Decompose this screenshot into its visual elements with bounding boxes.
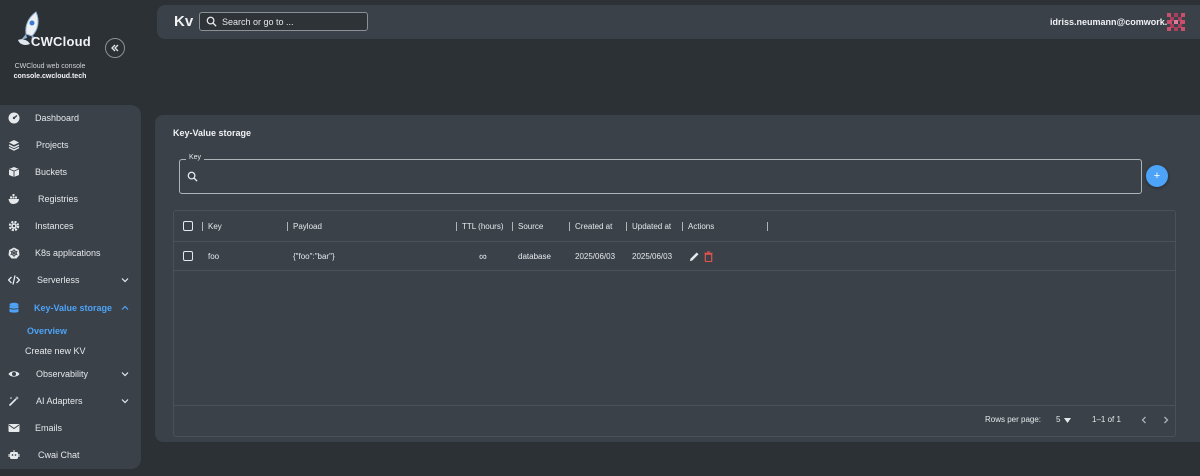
column-separator[interactable] [456, 222, 457, 231]
layers-icon [8, 140, 20, 151]
column-header-actions: Actions [688, 222, 715, 231]
add-kv-button[interactable]: + [1146, 165, 1168, 187]
sidebar-item-emails[interactable]: Emails [0, 416, 141, 440]
eye-icon [8, 371, 20, 377]
pagination-range: 1–1 of 1 [1092, 415, 1121, 424]
column-separator[interactable] [569, 222, 570, 231]
global-search[interactable] [199, 12, 368, 31]
row-checkbox[interactable] [183, 251, 193, 261]
sidebar-item-label: Instances [35, 221, 74, 231]
next-page-icon[interactable] [1161, 415, 1171, 425]
magic-wand-icon [8, 396, 19, 407]
sidebar-item-observability[interactable]: Observability [0, 362, 141, 386]
column-separator[interactable] [682, 222, 683, 231]
docker-icon [8, 194, 19, 204]
key-field-label: Key [186, 154, 205, 161]
sidebar-item-label: Dashboard [35, 113, 80, 123]
sidebar-item-dashboard[interactable]: Dashboard [0, 106, 141, 130]
key-search-input[interactable] [206, 168, 1126, 185]
cell-payload: {"foo":"bar"} [293, 252, 335, 261]
sidebar-subitem-overview[interactable]: Overview [27, 326, 67, 336]
sidebar-item-label: Emails [35, 423, 63, 433]
brand-area: CWCloud CWCloud web console console.cwcl… [0, 0, 141, 104]
previous-page-icon[interactable] [1139, 415, 1149, 425]
footer-divider [174, 405, 1175, 406]
column-header-source[interactable]: Source [518, 211, 543, 242]
sidebar-item-label: AI Adapters [36, 396, 83, 406]
sidebar-item-label: Buckets [35, 167, 68, 177]
sidebar-item-label: Key-Value storage [34, 303, 113, 313]
cell-ttl: ∞ [479, 250, 487, 263]
rows-per-page-label: Rows per page: [985, 415, 1042, 424]
cell-key: foo [208, 252, 220, 261]
delete-icon[interactable] [703, 251, 714, 262]
column-separator[interactable] [626, 222, 627, 231]
column-header-updated-at[interactable]: Updated at [632, 211, 671, 242]
kv-table: Key Payload TTL (hours) Source Created a… [173, 210, 1176, 437]
search-icon [187, 171, 198, 182]
double-chevron-left-icon [111, 44, 119, 52]
sidebar-item-registries[interactable]: Registries [0, 187, 141, 211]
column-header-ttl[interactable]: TTL (hours) [462, 211, 504, 242]
sidebar-item-label: K8s applications [35, 248, 101, 258]
mail-icon [8, 424, 20, 432]
column-separator[interactable] [512, 222, 513, 231]
cell-source: database [518, 252, 551, 261]
chevron-up-icon [121, 305, 129, 310]
sidebar-item-instances[interactable]: Instances [0, 214, 141, 238]
avatar[interactable] [1167, 13, 1185, 31]
key-filter-field[interactable]: Key [179, 154, 1142, 194]
search-input[interactable] [222, 14, 362, 29]
cell-updated-at: 2025/06/03 [632, 252, 673, 261]
column-separator[interactable] [767, 222, 768, 231]
search-icon [206, 16, 217, 27]
edit-icon[interactable] [689, 251, 700, 262]
kubernetes-icon [8, 247, 20, 259]
sidebar-item-serverless[interactable]: Serverless [0, 268, 141, 292]
sidebar-item-key-value-storage[interactable]: Key-Value storage [0, 296, 141, 320]
sidebar-item-label: Registries [38, 194, 79, 204]
row-divider [174, 270, 1175, 271]
sidebar-item-buckets[interactable]: Buckets [0, 160, 141, 184]
settings-icon [8, 220, 20, 232]
column-header-key[interactable]: Key [208, 211, 222, 242]
logo-text: CWCloud [31, 34, 91, 49]
chevron-down-icon [121, 399, 129, 404]
sidebar-item-label: Projects [36, 140, 69, 150]
top-bar: Kv idriss.neumann@comwork.io [157, 5, 1200, 39]
collapse-sidebar-button[interactable] [105, 38, 125, 58]
rows-per-page-select[interactable]: 5 [1056, 415, 1060, 424]
caret-down-icon[interactable] [1064, 418, 1071, 423]
main-card: Key-Value storage Key + Key Payload TTL … [155, 115, 1200, 442]
sidebar-item-cwai-chat[interactable]: Cwai Chat [0, 443, 141, 467]
user-email: idriss.neumann@comwork.io [1050, 17, 1176, 27]
sidebar-item-k8s-applications[interactable]: K8s applications [0, 241, 141, 265]
chevron-down-icon [121, 372, 129, 377]
console-subtitle: CWCloud web console [14, 63, 86, 70]
dashboard-icon [8, 112, 20, 124]
select-all-checkbox[interactable] [183, 221, 193, 231]
sidebar-item-label: Serverless [37, 275, 80, 285]
sidebar-item-label: Cwai Chat [38, 450, 80, 460]
sidebar-subitem-create-new-kv[interactable]: Create new KV [25, 346, 86, 356]
page-title: Kv [174, 13, 194, 30]
sidebar-item-ai-adapters[interactable]: AI Adapters [0, 389, 141, 413]
section-title: Key-Value storage [173, 128, 252, 138]
code-icon [8, 275, 20, 285]
sidebar: Dashboard Projects Buckets Registries In… [0, 105, 141, 469]
column-header-payload[interactable]: Payload [293, 211, 322, 242]
cell-created-at: 2025/06/03 [575, 252, 616, 261]
sidebar-item-label: Observability [36, 369, 89, 379]
column-header-created-at[interactable]: Created at [575, 211, 612, 242]
database-icon [9, 302, 19, 313]
box-icon [8, 167, 20, 177]
sidebar-item-projects[interactable]: Projects [0, 133, 141, 157]
column-separator[interactable] [287, 222, 288, 231]
column-separator[interactable] [202, 222, 203, 231]
console-url: console.cwcloud.tech [13, 73, 87, 80]
chevron-down-icon [121, 278, 129, 283]
robot-icon [8, 450, 20, 459]
